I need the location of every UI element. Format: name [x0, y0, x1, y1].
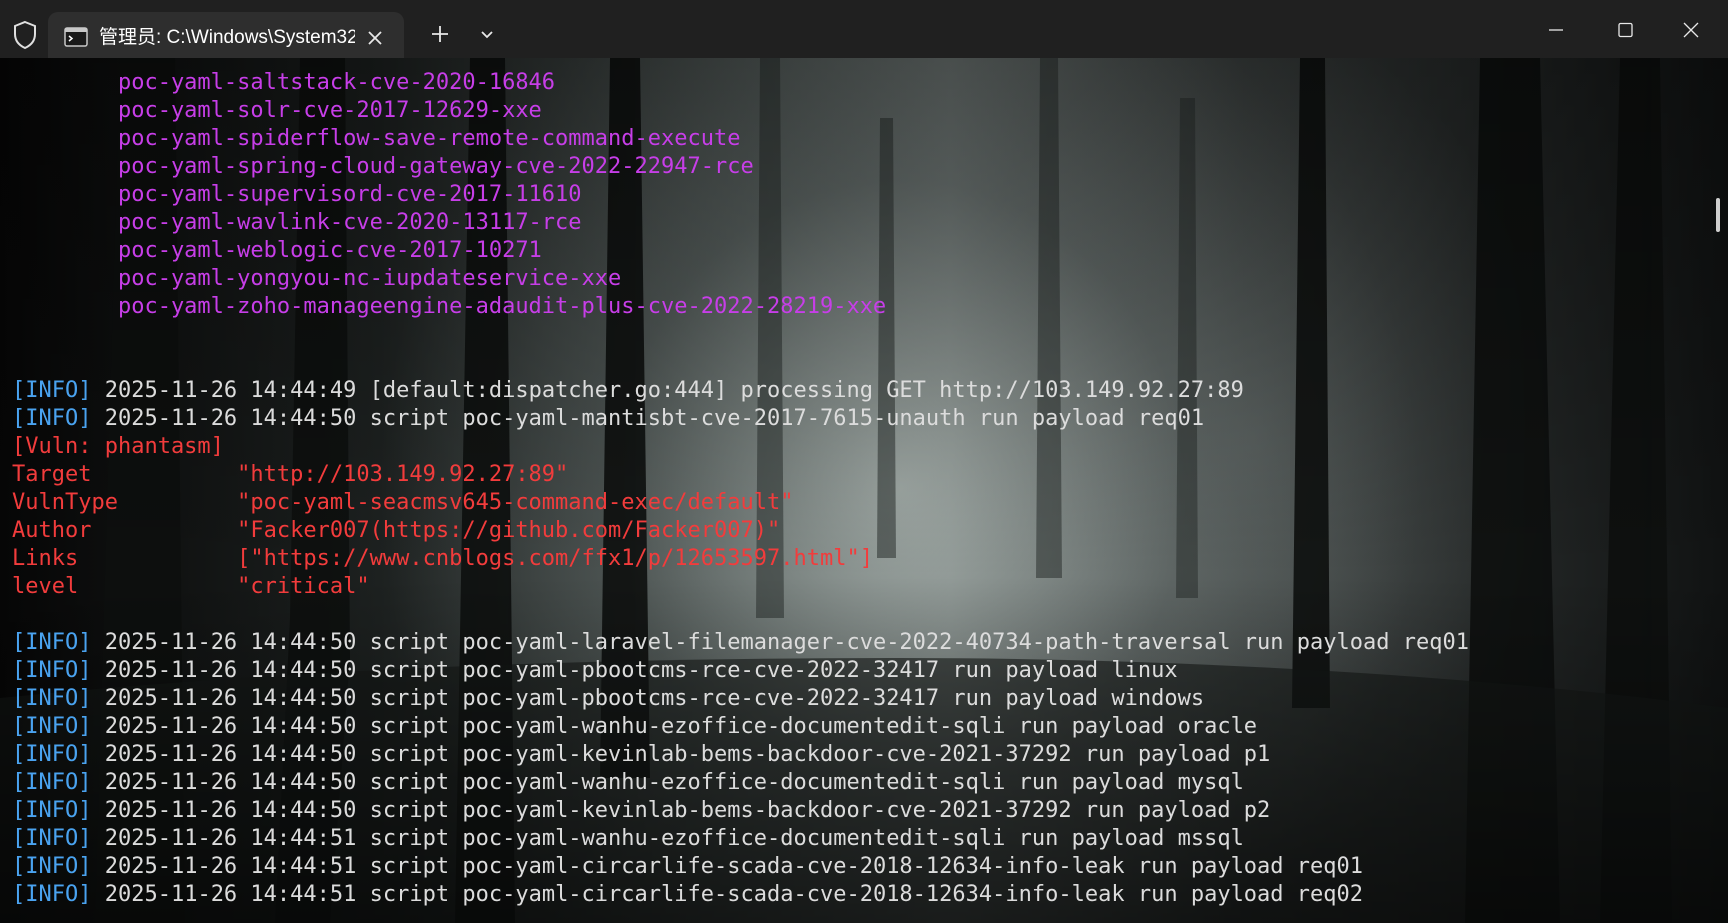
log-line: [INFO] 2025-11-26 14:44:51 script poc-ya…: [12, 825, 1692, 853]
plus-icon[interactable]: [426, 20, 454, 48]
poc-list-item: poc-yaml-saltstack-cve-2020-16846: [12, 69, 1692, 97]
info-tag: [INFO]: [12, 658, 92, 683]
poc-list-item: poc-yaml-weblogic-cve-2017-10271: [12, 237, 1692, 265]
maximize-icon[interactable]: [1605, 14, 1645, 46]
log-line: [INFO] 2025-11-26 14:44:51 script poc-ya…: [12, 881, 1692, 909]
info-tag: [INFO]: [12, 826, 92, 851]
minimize-icon[interactable]: [1536, 14, 1576, 46]
poc-name: poc-yaml-spiderflow-save-remote-command-…: [12, 126, 741, 151]
close-icon[interactable]: [362, 25, 388, 51]
poc-name: poc-yaml-yongyou-nc-iupdateservice-xxe: [12, 266, 622, 291]
poc-list-item: poc-yaml-zoho-manageengine-adaudit-plus-…: [12, 293, 1692, 321]
title-bar: 管理员: C:\Windows\System32: [0, 0, 1728, 66]
log-message: 2025-11-26 14:44:50 script poc-yaml-pboo…: [91, 686, 1205, 711]
log-message: 2025-11-26 14:44:50 script poc-yaml-kevi…: [91, 798, 1271, 823]
log-line: [INFO] 2025-11-26 14:44:50 script poc-ya…: [12, 797, 1692, 825]
log-message: 2025-11-26 14:44:50 script poc-yaml-pboo…: [91, 658, 1178, 683]
vuln-detail: level "critical": [12, 574, 370, 599]
poc-name: poc-yaml-supervisord-cve-2017-11610: [12, 182, 582, 207]
info-tag: [INFO]: [12, 798, 92, 823]
vuln-line: Author "Facker007(https://github.com/Fac…: [12, 517, 1692, 545]
poc-name: poc-yaml-zoho-manageengine-adaudit-plus-…: [12, 294, 887, 319]
close-icon[interactable]: [1671, 14, 1711, 46]
log-message: 2025-11-26 14:44:50 script poc-yaml-lara…: [91, 630, 1469, 655]
info-tag: [INFO]: [12, 686, 92, 711]
info-tag: [INFO]: [12, 854, 92, 879]
chevron-down-icon[interactable]: [474, 22, 500, 48]
shield-icon: [14, 20, 36, 50]
scrollbar[interactable]: [1716, 198, 1720, 232]
vuln-line: Target "http://103.149.92.27:89": [12, 461, 1692, 489]
info-tag: [INFO]: [12, 378, 92, 403]
log-line: [INFO] 2025-11-26 14:44:49 [default:disp…: [12, 377, 1692, 405]
vuln-detail: Author "Facker007(https://github.com/Fac…: [12, 518, 781, 543]
poc-name: poc-yaml-spring-cloud-gateway-cve-2022-2…: [12, 154, 754, 179]
terminal-icon: [64, 27, 88, 47]
log-message: 2025-11-26 14:44:51 script poc-yaml-wanh…: [91, 826, 1244, 851]
log-line: [INFO] 2025-11-26 14:44:50 script poc-ya…: [12, 657, 1692, 685]
vuln-detail: Target "http://103.149.92.27:89": [12, 462, 569, 487]
vuln-detail: Links ["https://www.cnblogs.com/ffx1/p/1…: [12, 546, 873, 571]
log-line: [INFO] 2025-11-26 14:44:50 script poc-ya…: [12, 741, 1692, 769]
poc-list-item: poc-yaml-wavlink-cve-2020-13117-rce: [12, 209, 1692, 237]
poc-name: poc-yaml-solr-cve-2017-12629-xxe: [12, 98, 542, 123]
log-line: [INFO] 2025-11-26 14:44:51 script poc-ya…: [12, 853, 1692, 881]
log-line: [INFO] 2025-11-26 14:44:50 script poc-ya…: [12, 405, 1692, 433]
log-line: [INFO] 2025-11-26 14:44:50 script poc-ya…: [12, 629, 1692, 657]
poc-name: poc-yaml-wavlink-cve-2020-13117-rce: [12, 210, 582, 235]
poc-list-item: poc-yaml-yongyou-nc-iupdateservice-xxe: [12, 265, 1692, 293]
vuln-line: [Vuln: phantasm]: [12, 433, 1692, 461]
tab-title: 管理员: C:\Windows\System32: [99, 27, 355, 48]
log-line: [INFO] 2025-11-26 14:44:50 script poc-ya…: [12, 685, 1692, 713]
info-tag: [INFO]: [12, 770, 92, 795]
vuln-detail: [Vuln: phantasm]: [12, 434, 224, 459]
terminal-text: poc-yaml-saltstack-cve-2020-16846 poc-ya…: [12, 69, 1692, 909]
log-message: 2025-11-26 14:44:50 script poc-yaml-kevi…: [91, 742, 1271, 767]
log-line: [INFO] 2025-11-26 14:44:50 script poc-ya…: [12, 769, 1692, 797]
log-message: 2025-11-26 14:44:51 script poc-yaml-circ…: [91, 854, 1364, 879]
log-message: 2025-11-26 14:44:50 script poc-yaml-wanh…: [91, 714, 1258, 739]
vuln-detail: VulnType "poc-yaml-seacmsv645-command-ex…: [12, 490, 794, 515]
poc-name: poc-yaml-weblogic-cve-2017-10271: [12, 238, 542, 263]
vuln-line: Links ["https://www.cnblogs.com/ffx1/p/1…: [12, 545, 1692, 573]
log-message: 2025-11-26 14:44:50 script poc-yaml-wanh…: [91, 770, 1244, 795]
log-message: 2025-11-26 14:44:51 script poc-yaml-circ…: [91, 882, 1364, 907]
vuln-line: VulnType "poc-yaml-seacmsv645-command-ex…: [12, 489, 1692, 517]
info-tag: [INFO]: [12, 714, 92, 739]
poc-list-item: poc-yaml-supervisord-cve-2017-11610: [12, 181, 1692, 209]
info-tag: [INFO]: [12, 742, 92, 767]
log-line: [INFO] 2025-11-26 14:44:50 script poc-ya…: [12, 713, 1692, 741]
vuln-line: level "critical": [12, 573, 1692, 601]
poc-list-item: poc-yaml-spring-cloud-gateway-cve-2022-2…: [12, 153, 1692, 181]
log-message: 2025-11-26 14:44:50 script poc-yaml-mant…: [91, 406, 1205, 431]
poc-name: poc-yaml-saltstack-cve-2020-16846: [12, 70, 556, 95]
poc-list-item: poc-yaml-solr-cve-2017-12629-xxe: [12, 97, 1692, 125]
poc-list-item: poc-yaml-spiderflow-save-remote-command-…: [12, 125, 1692, 153]
info-tag: [INFO]: [12, 406, 92, 431]
info-tag: [INFO]: [12, 882, 92, 907]
terminal-output[interactable]: poc-yaml-saltstack-cve-2020-16846 poc-ya…: [0, 58, 1728, 923]
log-message: 2025-11-26 14:44:49 [default:dispatcher.…: [91, 378, 1244, 403]
info-tag: [INFO]: [12, 630, 92, 655]
